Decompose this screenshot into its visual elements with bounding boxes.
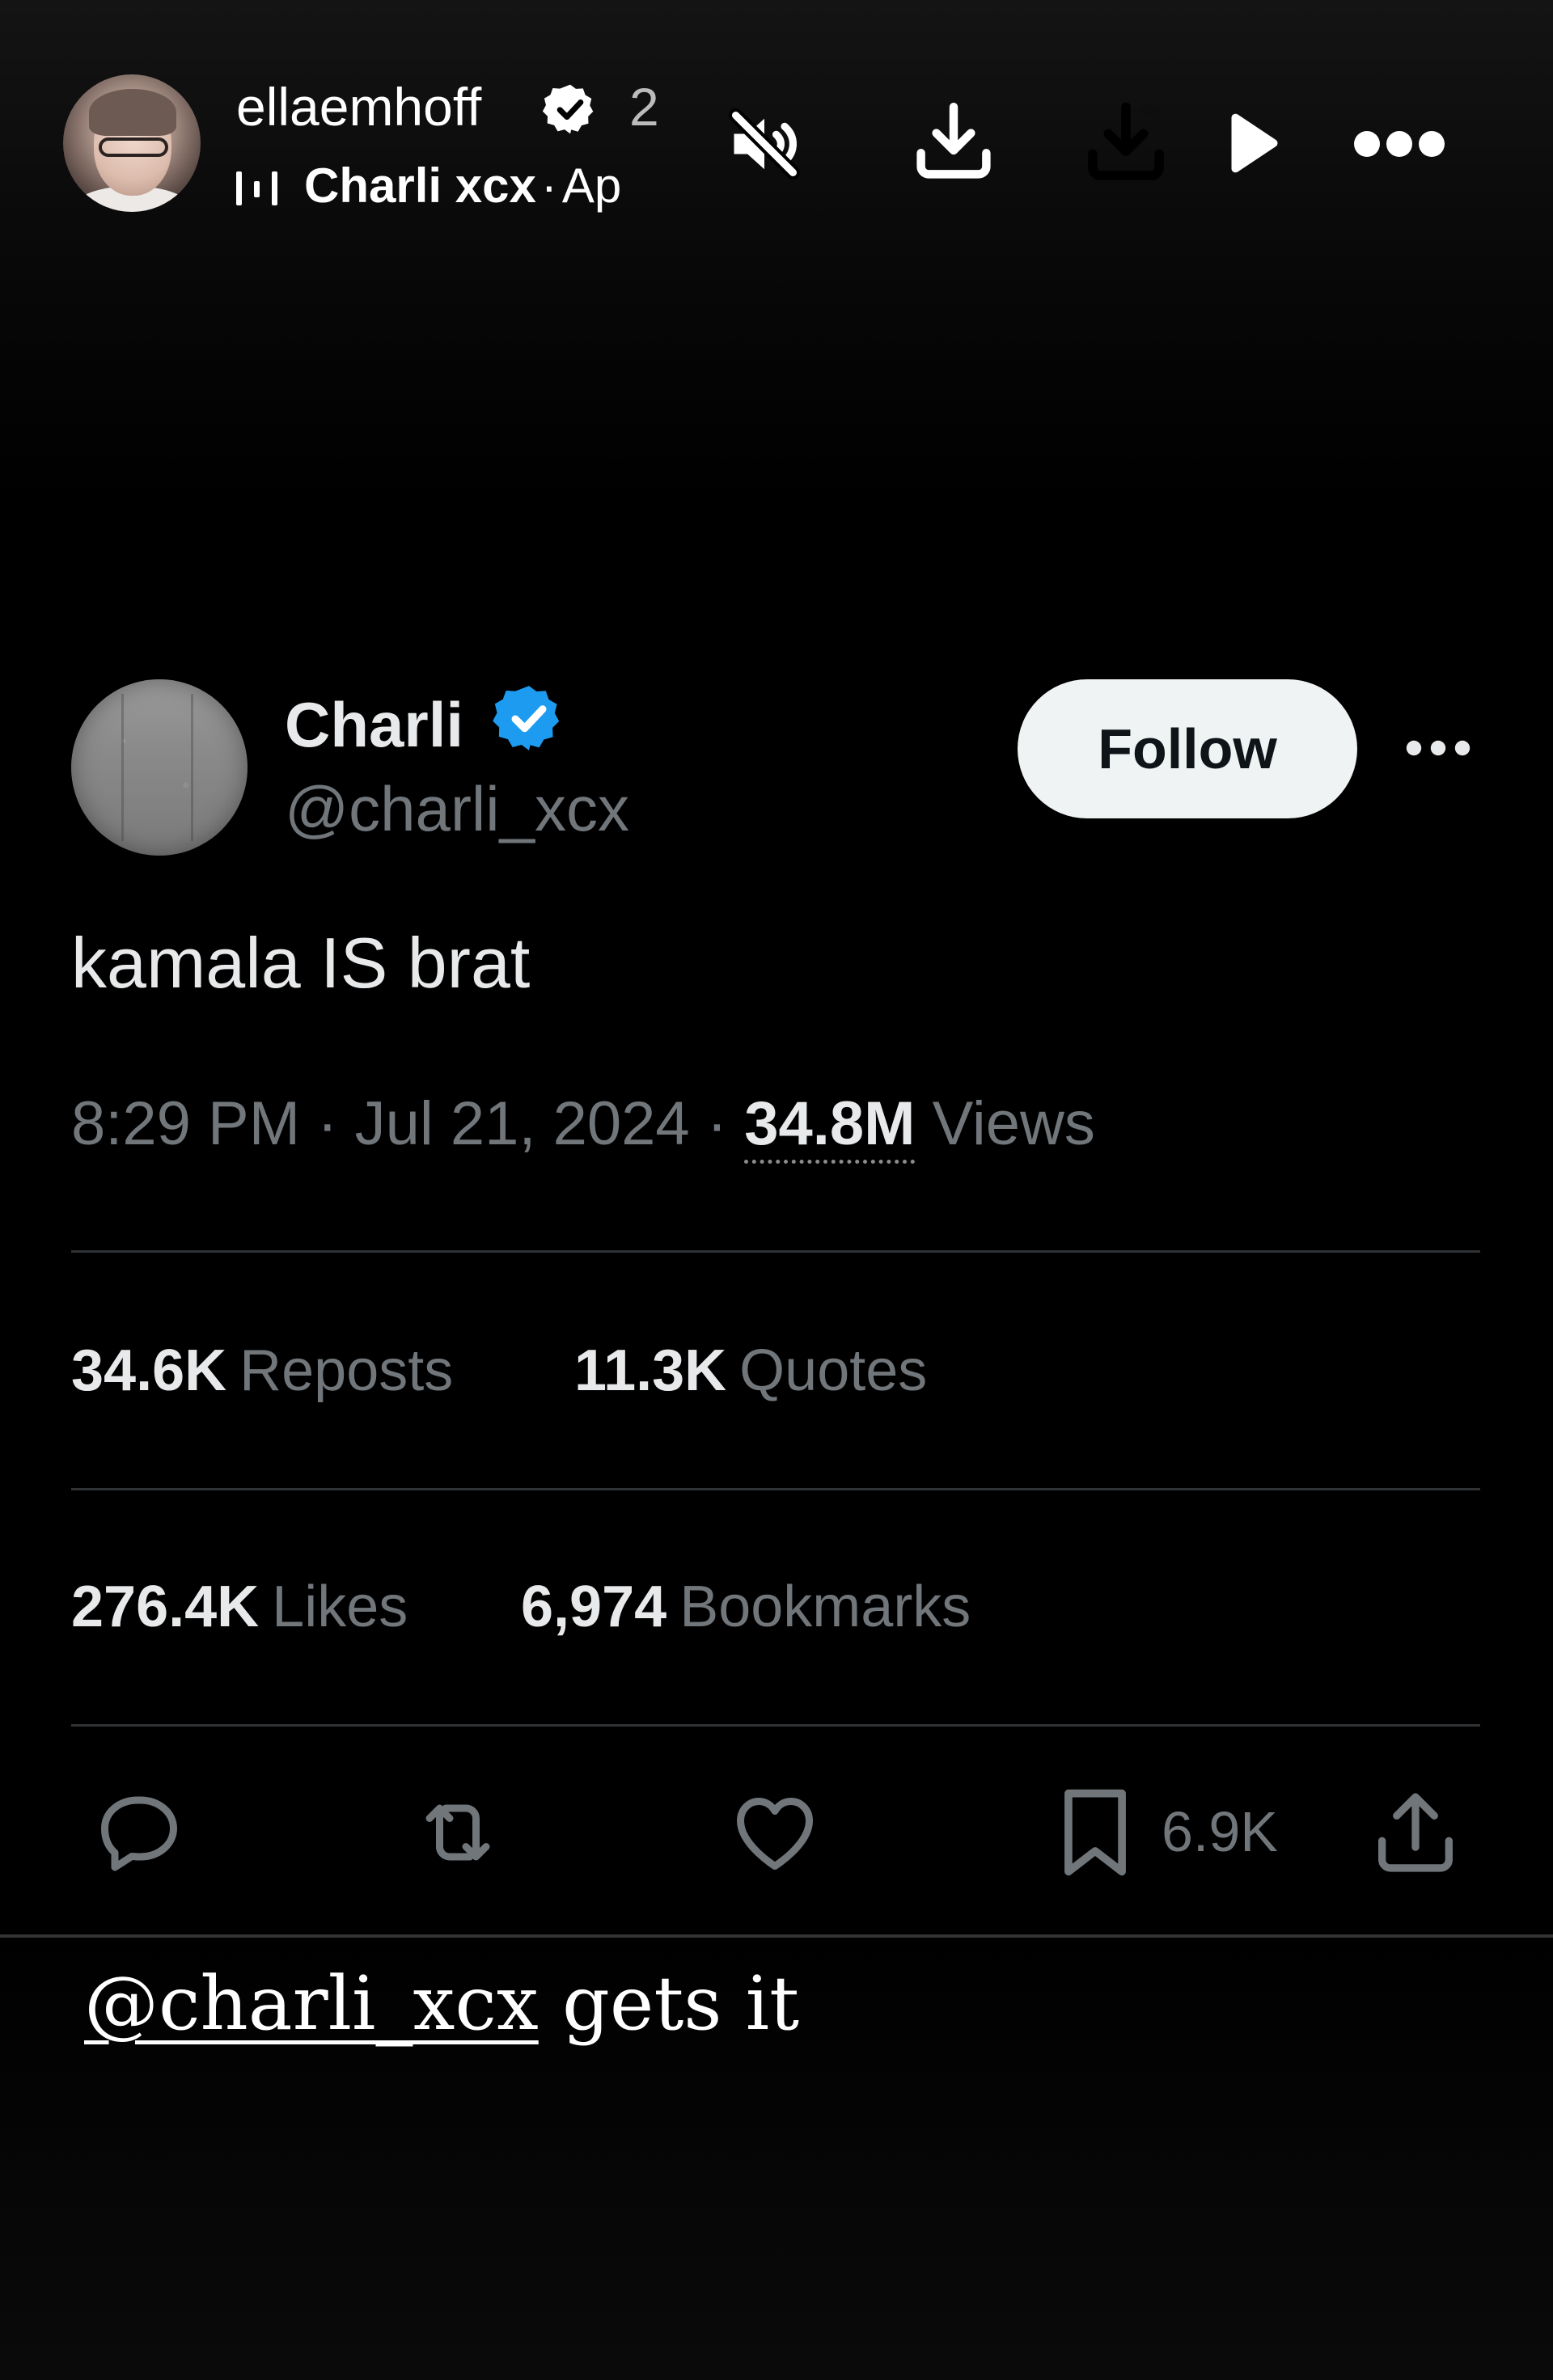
caption-mention[interactable]: @charli_xcx (84, 1960, 539, 2047)
tweet-views-label: Views (932, 1089, 1095, 1158)
tweet-timestamp[interactable]: 8:29 PM · Jul 21, 2024 · (71, 1089, 744, 1158)
tweet-display-name[interactable]: Charli (285, 686, 463, 763)
verified-badge-icon (542, 84, 594, 134)
story-music-label[interactable]: Charli xcx · Ap (304, 157, 621, 215)
play-icon[interactable] (1213, 107, 1286, 180)
muted-speaker-icon[interactable] (724, 104, 805, 184)
story-header: ellaemhoff 2 Charli xcx · Ap (0, 0, 1553, 267)
reposts-label: Reposts (239, 1338, 454, 1403)
reposts-count: 34.6K (71, 1338, 227, 1403)
quotes-count: 11.3K (574, 1338, 727, 1403)
tweet-views-count[interactable]: 34.8M (744, 1089, 916, 1164)
music-separator: · (540, 159, 557, 213)
tweet-avatar[interactable] (71, 679, 248, 856)
save-to-device-icon[interactable] (1079, 95, 1173, 189)
verified-badge-icon (493, 686, 560, 750)
caption-text: gets it (538, 1960, 800, 2047)
repost-icon[interactable] (408, 1784, 508, 1881)
bookmark-icon[interactable] (1050, 1782, 1140, 1883)
music-title-truncated: Ap (561, 159, 622, 213)
share-icon[interactable] (1365, 1782, 1466, 1883)
story-page: ellaemhoff 2 Charli xcx · Ap Charli @cha… (0, 0, 1553, 2380)
follow-button[interactable]: Follow (1018, 679, 1357, 818)
likes-stat[interactable]: 276.4K Likes (71, 1570, 408, 1643)
tweet-handle[interactable]: @charli_xcx (285, 770, 629, 848)
tweet-meta: 8:29 PM · Jul 21, 2024 · 34.8M Views (71, 1085, 1095, 1164)
likes-label: Likes (272, 1575, 408, 1639)
story-caption: @charli_xcx gets it (84, 1955, 799, 2052)
tweet-text: kamala IS brat (71, 923, 531, 1003)
divider (71, 1488, 1480, 1490)
quotes-label: Quotes (739, 1338, 928, 1403)
bookmark-count: 6.9K (1162, 1800, 1278, 1863)
more-options-icon[interactable] (1352, 121, 1446, 167)
divider (71, 1250, 1480, 1253)
reposts-stat[interactable]: 34.6K Reposts (71, 1334, 453, 1407)
verified-badge-fill (493, 686, 560, 750)
likes-count: 276.4K (71, 1575, 260, 1639)
bookmarks-label: Bookmarks (679, 1575, 971, 1639)
avatar-hair (89, 89, 176, 136)
avatar-texture (121, 694, 124, 841)
divider (71, 1724, 1480, 1727)
bookmarks-count: 6,974 (521, 1575, 667, 1639)
stats-row-engagement: 276.4K Likes 6,974 Bookmarks (71, 1570, 1480, 1643)
music-artist: Charli xcx (304, 159, 536, 213)
like-heart-icon[interactable] (726, 1784, 823, 1881)
story-avatar[interactable] (63, 74, 201, 212)
music-bars-icon (236, 171, 277, 205)
story-time-ago: 2 (629, 77, 659, 137)
quotes-stat[interactable]: 11.3K Quotes (574, 1334, 927, 1407)
stats-row-shares: 34.6K Reposts 11.3K Quotes (71, 1334, 1480, 1407)
avatar-glasses (99, 137, 168, 157)
tweet-bottom-edge (0, 1934, 1553, 1938)
bookmarks-stat[interactable]: 6,974 Bookmarks (521, 1570, 971, 1643)
avatar-texture (191, 694, 193, 841)
download-icon[interactable] (908, 95, 1000, 188)
tweet-more-icon[interactable] (1404, 729, 1472, 767)
story-username[interactable]: ellaemhoff (236, 74, 481, 139)
reply-icon[interactable] (91, 1784, 188, 1881)
